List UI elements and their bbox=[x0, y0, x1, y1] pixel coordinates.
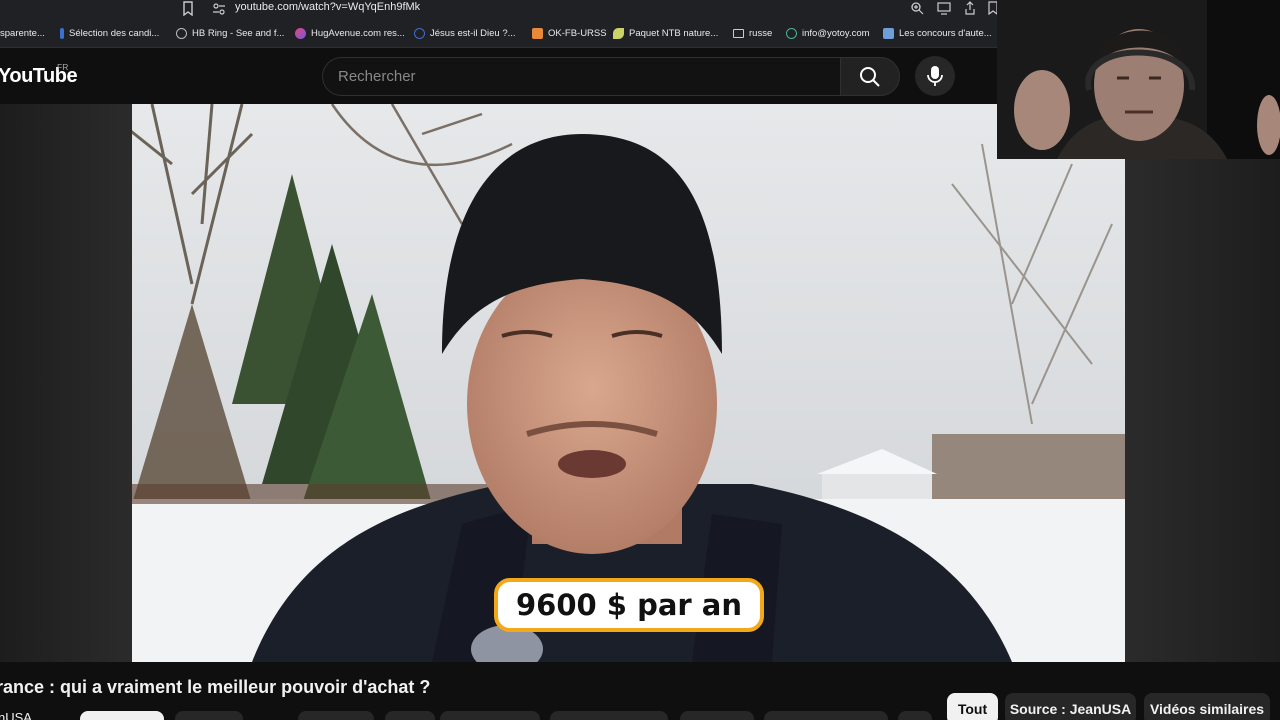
save-button[interactable] bbox=[680, 711, 754, 720]
url-text[interactable]: youtube.com/watch?v=WqYqEnh9fMk bbox=[235, 1, 420, 13]
bookmark-item[interactable]: Jésus est-il Dieu ?... bbox=[414, 26, 516, 40]
bookmark-item[interactable]: info@yotoy.com bbox=[786, 26, 870, 40]
bookmark-label: Jésus est-il Dieu ?... bbox=[430, 27, 516, 39]
video-caption-overlay: 9600 $ par an bbox=[494, 578, 764, 632]
bookmark-label: OK-FB-URSS bbox=[548, 27, 607, 39]
dislike-button[interactable] bbox=[298, 711, 374, 720]
cast-icon[interactable] bbox=[937, 1, 951, 15]
zoom-icon[interactable] bbox=[910, 1, 924, 15]
bookmark-label: Paquet NTB nature... bbox=[629, 27, 719, 39]
folder-icon bbox=[733, 28, 744, 38]
chip-similar-videos[interactable]: Vidéos similaires bbox=[1144, 693, 1270, 720]
ok-icon bbox=[532, 27, 543, 39]
page-icon bbox=[414, 27, 425, 39]
leaf-icon bbox=[613, 27, 624, 39]
heart-icon bbox=[295, 27, 306, 39]
bookmark-label: HB Ring - See and f... bbox=[192, 27, 285, 39]
bookmark-item[interactable]: Les concours d'aute... bbox=[883, 26, 992, 40]
channel-name[interactable]: nUSA bbox=[0, 710, 32, 720]
page-icon bbox=[60, 27, 64, 39]
globe-icon bbox=[786, 27, 797, 39]
chip-source[interactable]: Source : JeanUSA bbox=[1005, 693, 1136, 720]
thanks-button[interactable] bbox=[764, 711, 888, 720]
region-code: FR bbox=[57, 62, 69, 72]
subscribe-button[interactable] bbox=[80, 711, 164, 720]
voice-search-button[interactable] bbox=[915, 56, 955, 96]
search-button[interactable] bbox=[840, 57, 900, 96]
bookmark-item[interactable]: Sélection des candi... bbox=[60, 26, 159, 40]
bookmark-item[interactable]: HB Ring - See and f... bbox=[176, 26, 284, 40]
bookmark-item[interactable]: Paquet NTB nature... bbox=[613, 26, 718, 40]
bookmark-item[interactable]: HugAvenue.com res... bbox=[295, 26, 405, 40]
bookmark-item[interactable]: russe bbox=[733, 26, 772, 40]
search-input[interactable] bbox=[323, 58, 840, 95]
clip-button[interactable] bbox=[550, 711, 668, 720]
bookmark-label: Sélection des candi... bbox=[69, 27, 160, 39]
image-icon bbox=[883, 27, 894, 39]
bookmark-label: HugAvenue.com res... bbox=[311, 27, 405, 39]
globe-icon bbox=[176, 27, 187, 39]
share-button[interactable] bbox=[385, 711, 435, 720]
bookmarks-bar: sparente... Sélection des candi... HB Ri… bbox=[0, 18, 1000, 48]
ambient-right bbox=[1125, 159, 1280, 662]
search-box bbox=[322, 57, 840, 96]
share-icon[interactable] bbox=[963, 1, 977, 15]
search-icon bbox=[860, 66, 880, 87]
bookmark-item[interactable]: OK-FB-URSS bbox=[532, 26, 607, 40]
bookmark-label: Les concours d'aute... bbox=[899, 27, 992, 39]
download-button[interactable] bbox=[440, 711, 540, 720]
youtube-header: YouTube FR bbox=[0, 48, 1000, 104]
bookmark-label: russe bbox=[749, 27, 773, 39]
webcam-frame bbox=[997, 0, 1280, 159]
like-button[interactable] bbox=[175, 711, 243, 720]
bookmark-icon[interactable] bbox=[182, 1, 194, 16]
bookmark-label: info@yotoy.com bbox=[802, 27, 870, 39]
ambient-left bbox=[0, 104, 132, 662]
microphone-icon bbox=[927, 66, 943, 86]
bookmark-item[interactable]: sparente... bbox=[0, 26, 45, 40]
bookmark-label: sparente... bbox=[0, 27, 45, 39]
more-actions-button[interactable] bbox=[898, 711, 932, 720]
chip-all[interactable]: Tout bbox=[947, 693, 998, 720]
site-settings-icon[interactable] bbox=[212, 2, 226, 16]
browser-address-bar: youtube.com/watch?v=WqYqEnh9fMk bbox=[0, 0, 1000, 18]
video-title: rance : qui a vraiment le meilleur pouvo… bbox=[0, 677, 431, 697]
webcam-overlay bbox=[997, 0, 1280, 159]
